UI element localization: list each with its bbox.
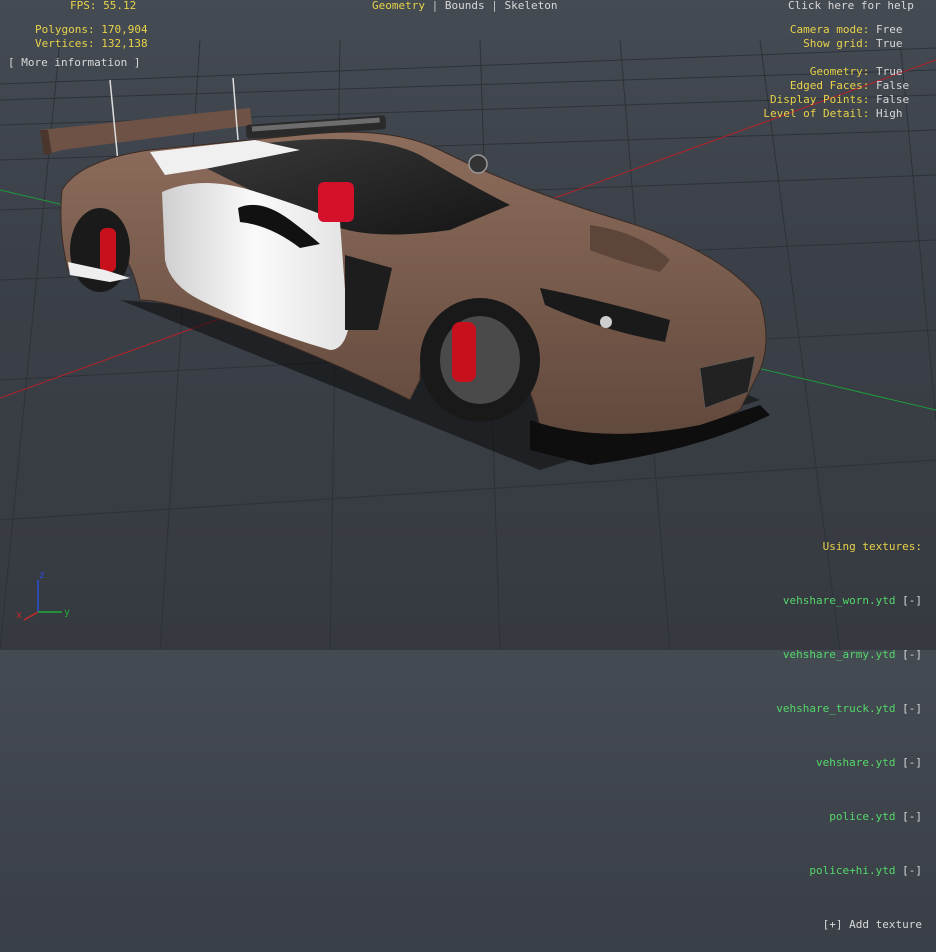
front-wheel — [420, 298, 540, 422]
texture-name: police+hi.ytd — [809, 864, 896, 877]
polygons-label: Polygons: — [35, 23, 95, 36]
tab-geometry[interactable]: Geometry — [372, 0, 425, 12]
model-stats: Polygons: 170,904 Vertices: 132,138 — [35, 23, 148, 51]
axis-gizmo: z y x — [16, 570, 70, 621]
fps-readout: FPS: 55.12 — [70, 0, 136, 13]
edged-faces-value[interactable]: False — [876, 79, 914, 93]
texture-item: vehshare.ytd [-] — [776, 754, 922, 772]
texture-list: Using textures: vehshare_worn.ytd [-] ve… — [776, 502, 922, 952]
remove-texture-button[interactable]: [-] — [902, 756, 922, 769]
remove-texture-button[interactable]: [-] — [902, 810, 922, 823]
tab-skeleton[interactable]: Skeleton — [504, 0, 557, 12]
remove-texture-button[interactable]: [-] — [902, 702, 922, 715]
show-grid-label: Show grid: — [803, 37, 870, 50]
texture-name: vehshare_truck.ytd — [776, 702, 896, 715]
texture-item: vehshare_worn.ytd [-] — [776, 592, 922, 610]
more-information-link[interactable]: [ More information ] — [8, 56, 140, 70]
lod-value[interactable]: High — [876, 107, 914, 121]
show-grid-value[interactable]: True — [876, 37, 906, 51]
camera-mode-value[interactable]: Free — [876, 23, 906, 37]
texture-item: vehshare_truck.ytd [-] — [776, 700, 922, 718]
camera-settings: Camera mode: Free Show grid: True — [790, 23, 906, 51]
view-tabs: Geometry | Bounds | Skeleton — [372, 0, 558, 12]
fps-value: 55.12 — [103, 0, 137, 12]
geometry-value[interactable]: True — [876, 65, 914, 79]
texture-item: police.ytd [-] — [776, 808, 922, 826]
tab-bounds[interactable]: Bounds — [445, 0, 485, 12]
remove-texture-button[interactable]: [-] — [902, 594, 922, 607]
texture-name: police.ytd — [829, 810, 896, 823]
add-texture-button[interactable]: [+] Add texture — [776, 916, 922, 934]
remove-texture-button[interactable]: [-] — [902, 864, 922, 877]
texture-name: vehshare_worn.ytd — [782, 594, 896, 607]
texture-item: police+hi.ytd [-] — [776, 862, 922, 880]
fps-label: FPS: — [70, 0, 97, 12]
axis-x-label: x — [16, 610, 22, 621]
display-settings: Geometry: True Edged Faces: False Displa… — [763, 65, 914, 121]
geometry-label: Geometry: — [809, 65, 870, 78]
spot-light — [468, 154, 488, 174]
textures-heading: Using textures: — [822, 540, 922, 553]
polygons-value: 170,904 — [101, 23, 148, 36]
interior-seat — [318, 182, 354, 222]
axis-z-label: z — [39, 570, 45, 581]
edged-faces-label: Edged Faces: — [789, 79, 870, 92]
texture-name: vehshare.ytd — [816, 756, 896, 769]
vertices-value: 132,138 — [101, 37, 148, 50]
texture-item: vehshare_army.ytd [-] — [776, 646, 922, 664]
help-link[interactable]: Click here for help — [788, 0, 914, 13]
display-points-value[interactable]: False — [876, 93, 914, 107]
display-points-label: Display Points: — [770, 93, 870, 106]
axis-y-label: y — [64, 607, 70, 618]
camera-mode-label: Camera mode: — [789, 23, 870, 36]
vertices-label: Vertices: — [35, 37, 95, 50]
lod-label: Level of Detail: — [763, 107, 870, 120]
